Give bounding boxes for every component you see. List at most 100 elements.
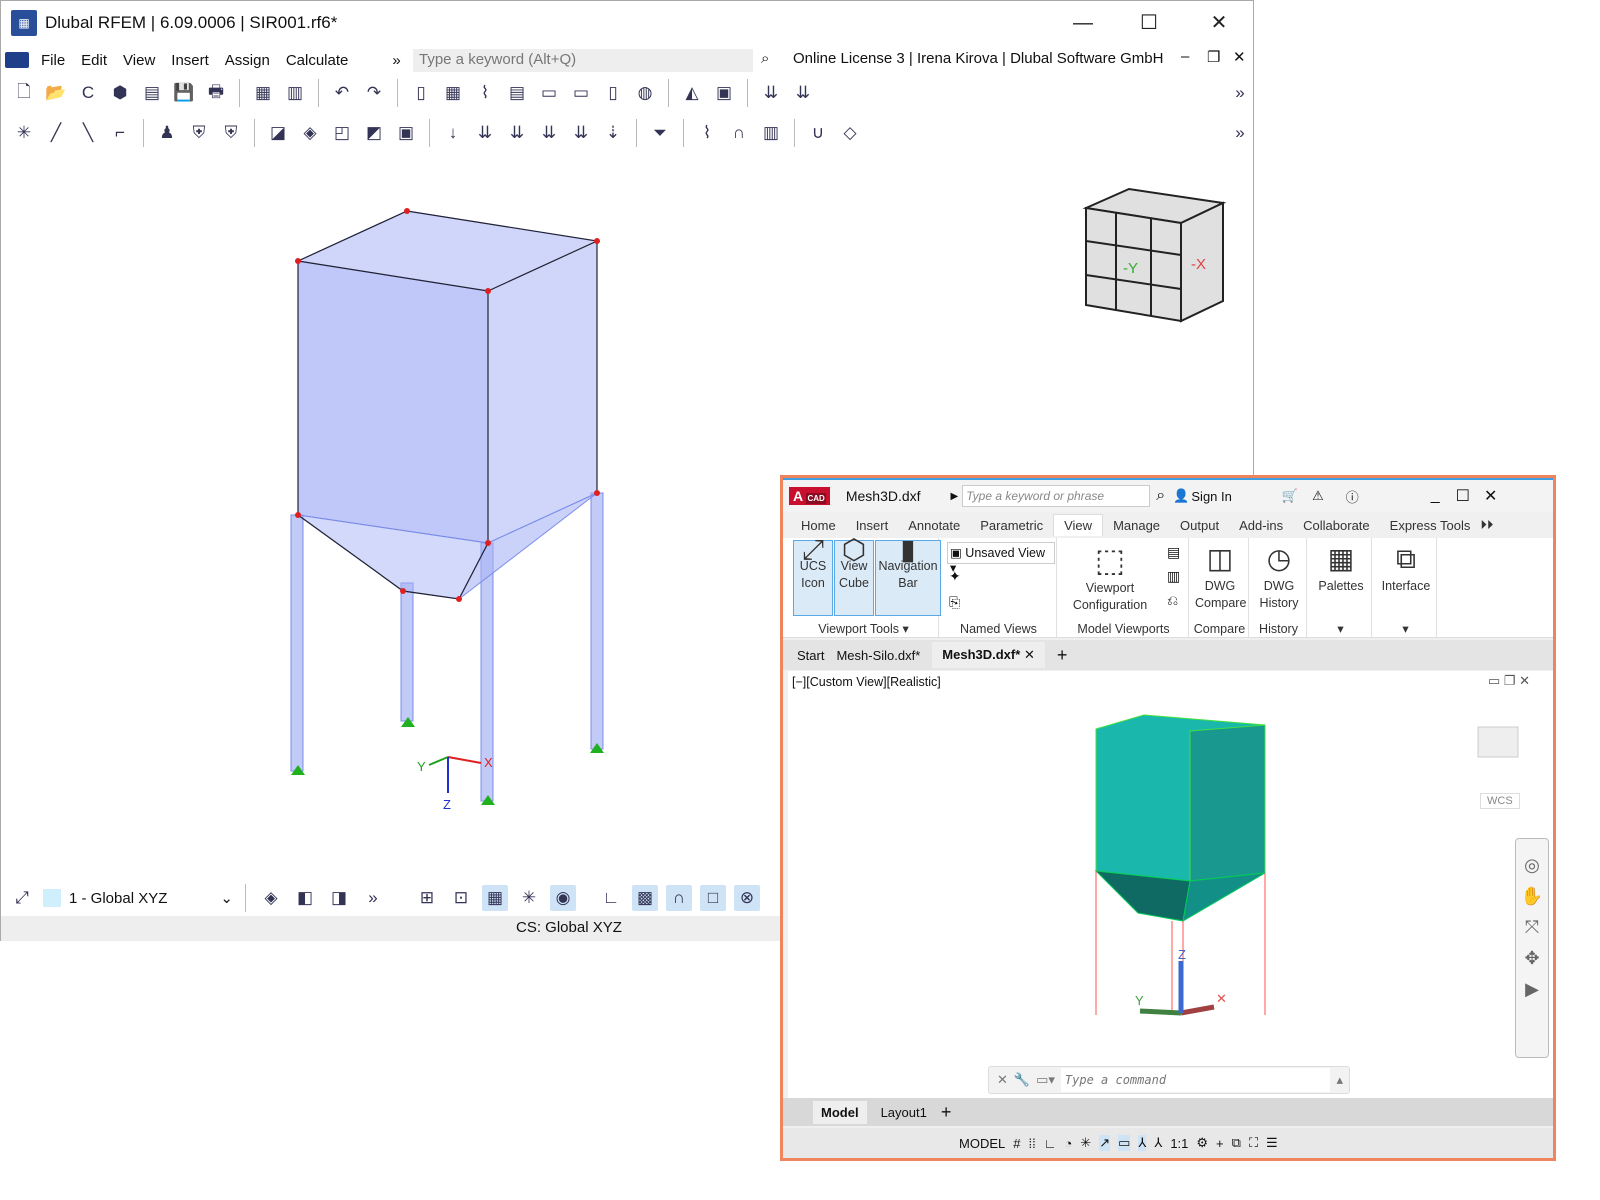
doc-restore-button[interactable]: ❐ [1207, 48, 1220, 66]
close-button[interactable]: ✕ [1199, 7, 1239, 39]
more-tabs-icon[interactable]: ⏵⏵ [1480, 517, 1493, 533]
menu-assign[interactable]: Assign [217, 52, 278, 69]
load-member-icon[interactable]: ⇊ [472, 120, 498, 146]
coordinate-system-icon[interactable]: ⤢ [9, 885, 35, 911]
doc-tab-mesh-silo[interactable]: Mesh-Silo.dxf* [836, 648, 920, 663]
diagram-icon[interactable]: ⌇ [472, 80, 498, 106]
surface-support-icon[interactable]: ⛨ [218, 120, 244, 146]
animation-icon[interactable]: ▥ [758, 120, 784, 146]
sign-in-button[interactable]: Sign In [1191, 489, 1231, 504]
surface-results-icon[interactable]: ◇ [837, 120, 863, 146]
snap-icon[interactable]: ⁞⁞ [1028, 1136, 1035, 1151]
model-3d-icon[interactable]: ⬢ [107, 80, 133, 106]
dwg-compare-button[interactable]: ◫ DWG Compare [1195, 540, 1246, 612]
list-icon[interactable]: ▤ [504, 80, 530, 106]
load-icon[interactable]: ↓ [440, 120, 466, 146]
mesh-icon[interactable]: ◭ [679, 80, 705, 106]
tab-parametric[interactable]: Parametric [970, 515, 1053, 536]
new-layout-button[interactable]: + [941, 1102, 952, 1123]
tab-manage[interactable]: Manage [1103, 515, 1170, 536]
model-space-toggle[interactable]: MODEL [959, 1136, 1005, 1151]
annoscale-icon[interactable]: ⅄ [1154, 1135, 1162, 1151]
grid-view-icon[interactable]: ▦ [482, 885, 508, 911]
scale-select[interactable]: 1:1 [1170, 1136, 1188, 1151]
plus-icon[interactable]: + [1216, 1136, 1224, 1151]
view-side-icon[interactable]: ◨ [326, 885, 352, 911]
minimize-button[interactable]: — [1063, 7, 1103, 39]
tab-express-tools[interactable]: Express Tools [1380, 515, 1481, 536]
close-tab-icon[interactable]: ✕ [1024, 647, 1035, 662]
isodraft-icon[interactable]: ✳ [1080, 1135, 1091, 1151]
visibility-icon[interactable]: ◉ [550, 885, 576, 911]
view-manager-icon[interactable]: ⎘ [949, 594, 960, 611]
opening-icon[interactable]: ◰ [329, 120, 355, 146]
console-icon[interactable]: ▭ [536, 80, 562, 106]
zoom-extents-icon[interactable]: ⤧ [1525, 917, 1539, 938]
tab-view[interactable]: View [1053, 514, 1104, 536]
fullscreen-icon[interactable]: ⛶ [1249, 1135, 1258, 1151]
polar-icon[interactable]: ◔ [1064, 1136, 1072, 1151]
palettes-expand-icon[interactable]: ▾ [1310, 621, 1371, 636]
annotation-icon[interactable]: ⅄ [1138, 1135, 1147, 1151]
named-view-select[interactable]: ▣ Unsaved View ▾ [947, 542, 1055, 575]
ortho-icon[interactable]: ∟ [598, 885, 624, 911]
grid-icon[interactable]: ⊞ [414, 885, 440, 911]
import-icon[interactable]: ⇊ [758, 80, 784, 106]
tab-annotate[interactable]: Annotate [898, 515, 970, 536]
new-model-icon[interactable]: 🗋 [11, 80, 37, 106]
viewport-configuration-button[interactable]: ⬚ Viewport Configuration [1065, 540, 1155, 614]
filter-icon[interactable]: ⏷ [647, 120, 673, 146]
named-viewports-icon[interactable]: ▤ [1167, 544, 1180, 561]
tab-layout1[interactable]: Layout1 [881, 1105, 927, 1120]
more-icon[interactable]: » [360, 885, 386, 911]
grid-table-icon[interactable]: ▦ [440, 80, 466, 106]
interface-expand-icon[interactable]: ▾ [1375, 621, 1436, 636]
lineweight-icon[interactable]: ▭ [1118, 1135, 1131, 1151]
cad-search-input[interactable]: Type a keyword or phrase [962, 485, 1151, 507]
search-options-icon[interactable]: ⌕ [761, 50, 769, 67]
close-command-icon[interactable]: ✕ [997, 1072, 1008, 1088]
join-viewports-icon[interactable]: ▥ [1167, 568, 1180, 585]
undo-icon[interactable]: ↶ [329, 80, 355, 106]
box-icon[interactable]: ▣ [393, 120, 419, 146]
redo-icon[interactable]: ↷ [361, 80, 387, 106]
toolbar-more-icon[interactable]: » [1227, 80, 1253, 106]
orbit-icon[interactable]: ✥ [1524, 948, 1539, 969]
menu-icon[interactable]: ☰ [1266, 1135, 1278, 1151]
menu-insert[interactable]: Insert [163, 52, 217, 69]
new-tab-button[interactable]: + [1057, 645, 1068, 666]
display-grid-icon[interactable]: ▩ [632, 885, 658, 911]
view-cube-button[interactable]: ⬡ View Cube [834, 536, 874, 616]
expand-up-icon[interactable]: ▴ [1336, 1072, 1349, 1088]
tab-output[interactable]: Output [1170, 515, 1229, 536]
grid-snap-icon[interactable]: ⊡ [448, 885, 474, 911]
snap-icon[interactable]: ✳ [516, 885, 542, 911]
cad-minimize-button[interactable]: _ [1431, 487, 1440, 505]
result-chart-icon[interactable]: ⌇ [694, 120, 720, 146]
solid-icon[interactable]: ◈ [297, 120, 323, 146]
isolate-icon[interactable]: ⧉ [1232, 1135, 1241, 1151]
pan-icon[interactable]: ✋ [1521, 886, 1543, 907]
osnap-icon[interactable]: ↗ [1099, 1135, 1111, 1151]
load-solid-icon[interactable]: ⇊ [536, 120, 562, 146]
load-surface-icon[interactable]: ⇊ [504, 120, 530, 146]
command-input[interactable]: Type a command [1060, 1068, 1331, 1092]
dwg-history-button[interactable]: ◷ DWG History [1255, 540, 1303, 612]
save-icon[interactable]: 💾 [171, 80, 197, 106]
tab-collaborate[interactable]: Collaborate [1293, 515, 1380, 536]
imposed-icon[interactable]: ⇣ [600, 120, 626, 146]
gear-icon[interactable]: ⚙ [1196, 1135, 1208, 1151]
tab-home[interactable]: Home [791, 515, 846, 536]
deformation-icon[interactable]: ∪ [805, 120, 831, 146]
open-icon[interactable]: 📂 [43, 80, 69, 106]
magnet-icon[interactable]: ∩ [666, 885, 692, 911]
script-icon[interactable]: ▭ [568, 80, 594, 106]
view-select[interactable]: 1 - Global XYZ ⌄ [43, 889, 233, 907]
section-icon[interactable]: ◩ [361, 120, 387, 146]
toolbar-more-icon[interactable]: » [1227, 120, 1253, 146]
tab-add-ins[interactable]: Add-ins [1229, 515, 1293, 536]
doc-tab-mesh3d[interactable]: Mesh3D.dxf* ✕ [932, 642, 1045, 668]
globe-icon[interactable]: ◍ [632, 80, 658, 106]
tab-model[interactable]: Model [813, 1100, 867, 1124]
cart-icon[interactable]: 🛒 [1282, 488, 1298, 504]
